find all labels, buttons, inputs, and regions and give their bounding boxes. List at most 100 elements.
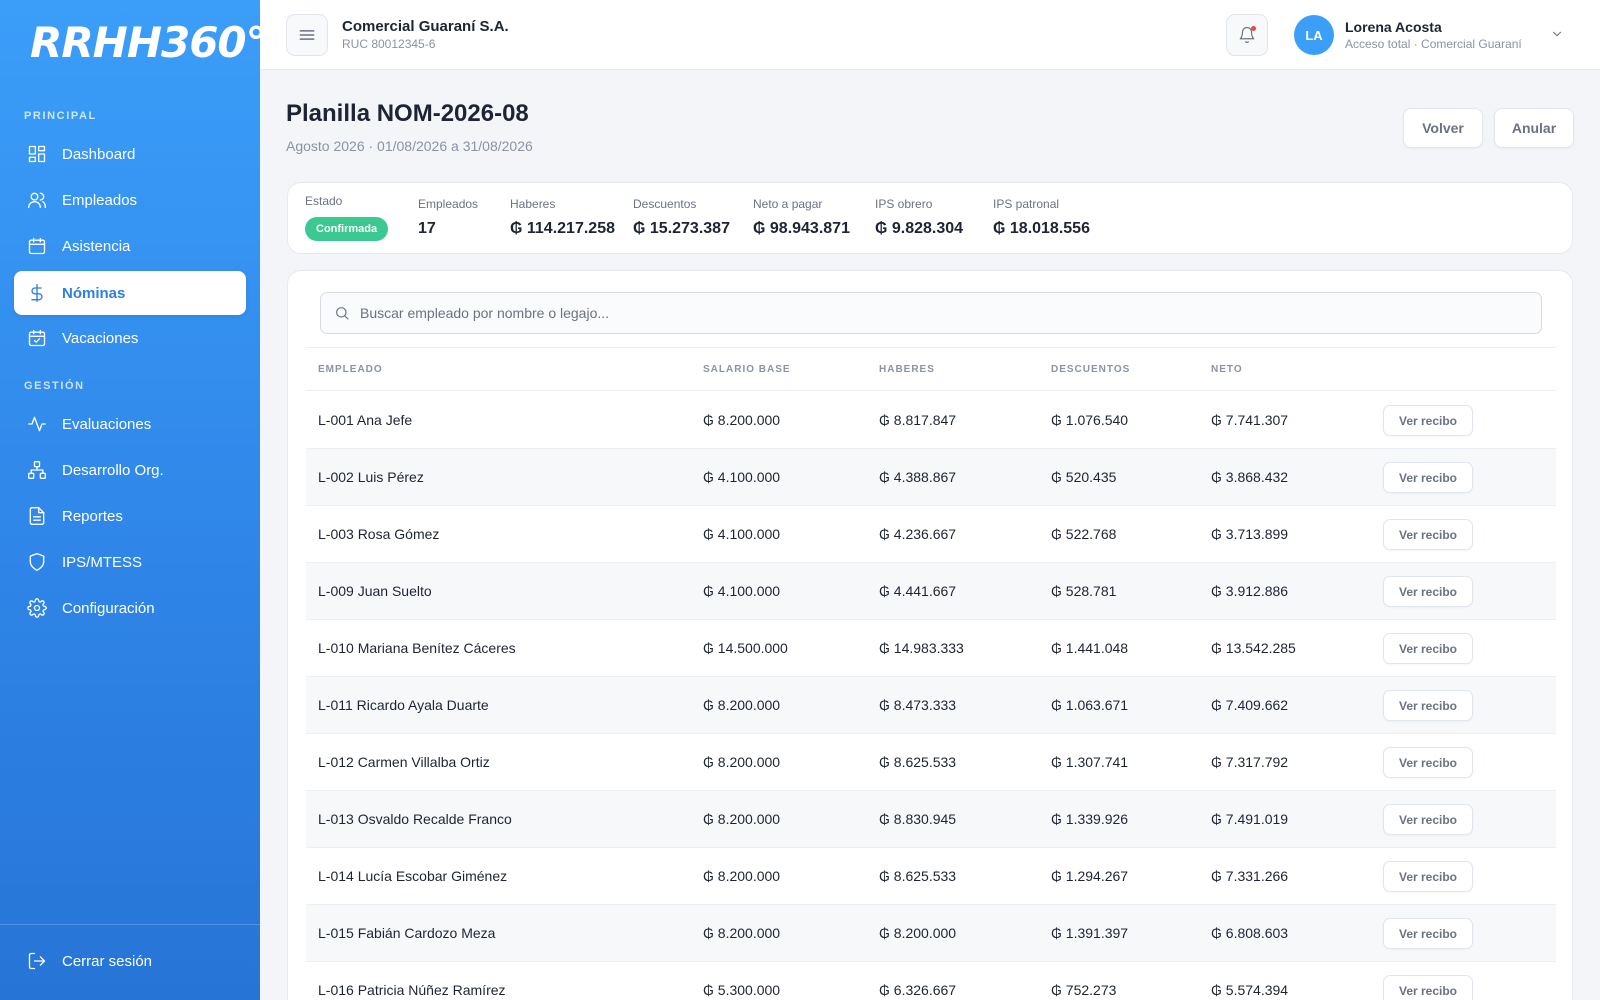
cell-neto: ₲ 3.868.432 [1211, 469, 1289, 485]
ver-recibo-button[interactable]: Ver recibo [1383, 519, 1473, 550]
sidebar-item-dashboard[interactable]: Dashboard [14, 132, 246, 176]
sidebar-item-ips-mtess[interactable]: IPS/MTESS [14, 540, 246, 584]
ver-recibo-button[interactable]: Ver recibo [1383, 975, 1473, 1000]
avatar[interactable]: LA [1294, 15, 1334, 55]
sidebar-item-label: Asistencia [62, 237, 131, 255]
cell-empleado: L-001 Ana Jefe [318, 412, 413, 428]
cell-salario-base: ₲ 8.200.000 [703, 868, 781, 884]
cell-haberes: ₲ 14.983.333 [879, 640, 964, 656]
anular-button[interactable]: Anular [1494, 108, 1574, 148]
ver-recibo-button[interactable]: Ver recibo [1383, 918, 1473, 949]
user-menu-chevron[interactable] [1550, 27, 1566, 43]
ver-recibo-button[interactable]: Ver recibo [1383, 690, 1473, 721]
header-neto[interactable]: NETO [1211, 364, 1243, 375]
ver-recibo-button[interactable]: Ver recibo [1383, 633, 1473, 664]
payroll-table-card: EMPLEADO SALARIO BASE HABERES DESCUENTOS… [287, 270, 1573, 1000]
sidebar-item-asistencia[interactable]: Asistencia [14, 224, 246, 268]
brand-logo[interactable]: RRHH360° [30, 18, 267, 67]
sidebar-item-label: Configuración [62, 599, 155, 617]
volver-button[interactable]: Volver [1403, 108, 1483, 148]
sidebar-item-evaluaciones[interactable]: Evaluaciones [14, 402, 246, 446]
sidebar-item-label: IPS/MTESS [62, 553, 143, 571]
ver-recibo-button[interactable]: Ver recibo [1383, 462, 1473, 493]
cell-neto: ₲ 3.912.886 [1211, 583, 1289, 599]
sidebar-item-reportes[interactable]: Reportes [14, 494, 246, 538]
search-box [320, 292, 1542, 334]
sidebar-item-desarrollo-org[interactable]: Desarrollo Org. [14, 448, 246, 492]
table-row: L-003 Rosa Gómez ₲ 4.100.000 ₲ 4.236.667 ₲ … [306, 506, 1556, 563]
table-row: L-001 Ana Jefe ₲ 8.200.000 ₲ 8.817.847 ₲ 1.… [306, 392, 1556, 449]
descuentos-label: Descuentos [633, 197, 697, 211]
notification-dot [1251, 26, 1256, 31]
cell-empleado: L-002 Luis Pérez [318, 469, 424, 485]
notifications-button[interactable] [1226, 14, 1268, 56]
cell-descuentos: ₲ 520.435 [1051, 469, 1117, 485]
cell-salario-base: ₲ 8.200.000 [703, 811, 781, 827]
cell-neto: ₲ 13.542.285 [1211, 640, 1296, 656]
cell-descuentos: ₲ 752.273 [1051, 982, 1117, 998]
ver-recibo-button[interactable]: Ver recibo [1383, 576, 1473, 607]
sidebar-divider [0, 924, 260, 925]
ver-recibo-button[interactable]: Ver recibo [1383, 804, 1473, 835]
header-descuentos[interactable]: DESCUENTOS [1051, 364, 1130, 375]
ips-patronal-value: ₲ 18.018.556 [993, 220, 1090, 237]
empleados-value: 17 [418, 220, 436, 237]
header-empleado[interactable]: EMPLEADO [318, 364, 383, 375]
cell-haberes: ₲ 4.236.667 [879, 526, 957, 542]
org-chart-icon [26, 459, 48, 481]
cell-neto: ₲ 7.491.019 [1211, 811, 1289, 827]
cell-neto: ₲ 6.808.603 [1211, 925, 1289, 941]
descuentos-value: ₲ 15.273.387 [633, 220, 730, 237]
search-input[interactable] [360, 305, 1520, 321]
cell-descuentos: ₲ 1.339.926 [1051, 811, 1129, 827]
sidebar-item-label: Dashboard [62, 145, 136, 163]
ver-recibo-button[interactable]: Ver recibo [1383, 747, 1473, 778]
cell-haberes: ₲ 8.817.847 [879, 412, 957, 428]
logout-button[interactable]: Cerrar sesión [14, 939, 246, 983]
cell-empleado: L-016 Patricia Núñez Ramírez [318, 982, 506, 998]
cell-salario-base: ₲ 8.200.000 [703, 697, 781, 713]
cell-neto: ₲ 3.713.899 [1211, 526, 1289, 542]
user-role: Acceso total · Comercial Guaraní [1345, 37, 1522, 51]
sidebar-item-nominas[interactable]: Nóminas [14, 271, 246, 315]
haberes-label: Haberes [510, 197, 556, 211]
cell-neto: ₲ 7.741.307 [1211, 412, 1289, 428]
empleados-label: Empleados [418, 197, 479, 211]
document-icon [26, 505, 48, 527]
header-haberes[interactable]: HABERES [879, 364, 935, 375]
sidebar-item-vacaciones[interactable]: Vacaciones [14, 316, 246, 360]
cell-neto: ₲ 7.317.792 [1211, 754, 1289, 770]
sidebar-item-configuracion[interactable]: Configuración [14, 586, 246, 630]
page-subtitle: Agosto 2026 · 01/08/2026 a 31/08/2026 [286, 138, 533, 154]
table-row: L-011 Ricardo Ayala Duarte ₲ 8.200.000 ₲ 8… [306, 677, 1556, 734]
shield-icon [26, 551, 48, 573]
cell-haberes: ₲ 8.200.000 [879, 925, 957, 941]
status-badge: Confirmada [305, 217, 389, 241]
page-title: Planilla NOM-2026-08 [286, 100, 529, 127]
gear-icon [26, 597, 48, 619]
cell-empleado: L-014 Lucía Escobar Giménez [318, 868, 508, 884]
cell-descuentos: ₲ 1.076.540 [1051, 412, 1129, 428]
sidebar-item-empleados[interactable]: Empleados [14, 178, 246, 222]
cell-descuentos: ₲ 1.063.671 [1051, 697, 1129, 713]
menu-toggle-button[interactable] [286, 14, 328, 56]
cell-empleado: L-003 Rosa Gómez [318, 526, 440, 542]
ver-recibo-button[interactable]: Ver recibo [1383, 405, 1473, 436]
cell-haberes: ₲ 8.625.533 [879, 868, 957, 884]
table-row: L-015 Fabián Cardozo Meza ₲ 8.200.000 ₲ 8.… [306, 905, 1556, 962]
company-name: Comercial Guaraní S.A. [342, 18, 509, 35]
cell-salario-base: ₲ 4.100.000 [703, 583, 781, 599]
table-row: L-014 Lucía Escobar Giménez ₲ 8.200.000 ₲ … [306, 848, 1556, 905]
cell-haberes: ₲ 8.473.333 [879, 697, 957, 713]
sidebar-item-label: Vacaciones [62, 329, 139, 347]
cell-haberes: ₲ 8.625.533 [879, 754, 957, 770]
ver-recibo-button[interactable]: Ver recibo [1383, 861, 1473, 892]
sidebar-item-label: Empleados [62, 191, 138, 209]
cell-empleado: L-010 Mariana Benítez Cáceres [318, 640, 516, 656]
table-row: L-016 Patricia Núñez Ramírez ₲ 5.300.000 ₲… [306, 962, 1556, 1000]
ips-patronal-label: IPS patronal [993, 197, 1060, 211]
cell-empleado: L-012 Carmen Villalba Ortiz [318, 754, 490, 770]
header-salario-base[interactable]: SALARIO BASE [703, 364, 791, 375]
users-icon [26, 189, 48, 211]
section-title-principal: PRINCIPAL [24, 110, 97, 122]
